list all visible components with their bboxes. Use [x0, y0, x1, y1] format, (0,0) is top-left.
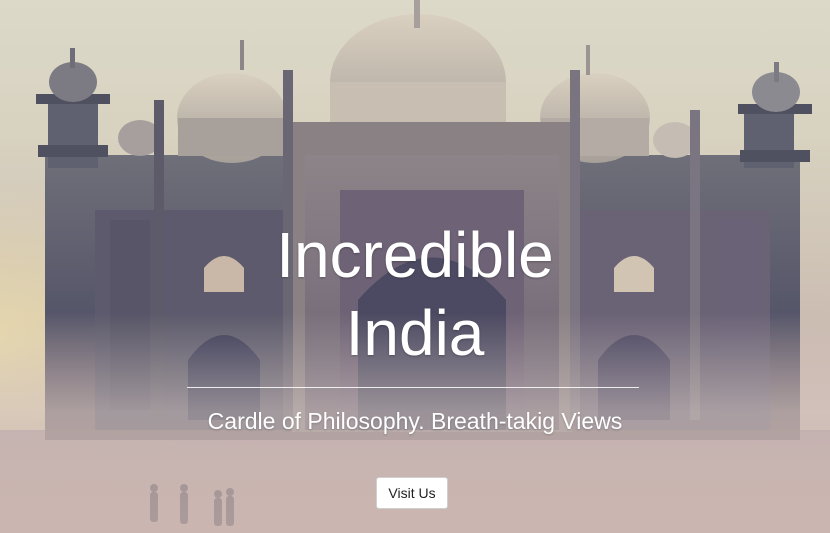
- hero-section: Incredible India Cardle of Philosophy. B…: [0, 0, 830, 533]
- page-subtitle: Cardle of Philosophy. Breath-takig Views: [207, 408, 623, 434]
- title-line-2: India: [345, 297, 485, 369]
- title-divider: [187, 387, 639, 388]
- hero-content: Incredible India Cardle of Philosophy. B…: [0, 0, 830, 533]
- visit-us-button[interactable]: Visit Us: [376, 477, 448, 509]
- page-title: Incredible India: [0, 216, 830, 372]
- title-line-1: Incredible: [276, 219, 554, 291]
